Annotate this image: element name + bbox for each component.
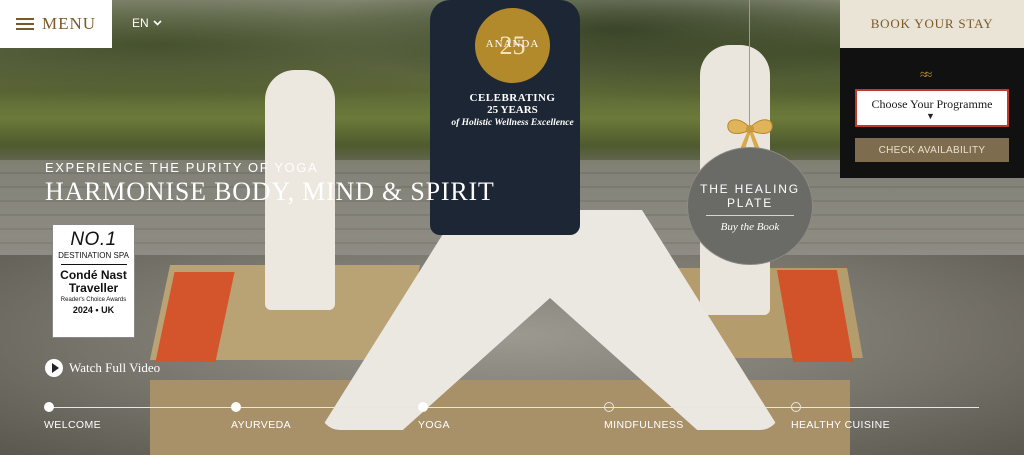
language-label: EN: [132, 16, 149, 30]
nav-item-yoga[interactable]: YOGA: [418, 402, 450, 431]
plate-title-line-1: THE HEALING: [700, 182, 800, 196]
plate-title-line-2: PLATE: [726, 196, 774, 210]
nav-dot: [791, 402, 801, 412]
award-rank: NO.1: [70, 229, 117, 250]
award-divider: [60, 264, 127, 265]
chevron-down-icon: ▼: [926, 111, 935, 121]
nav-item-mindfulness[interactable]: MINDFULNESS: [604, 402, 684, 431]
nav-dot: [231, 402, 241, 412]
nav-dot: [418, 402, 428, 412]
tagline-line-3: of Holistic Wellness Excellence: [451, 118, 574, 128]
nav-item-healthy-cuisine[interactable]: HEALTHY CUISINE: [791, 402, 890, 431]
nav-label: HEALTHY CUISINE: [791, 419, 890, 431]
nav-label: MINDFULNESS: [604, 419, 684, 431]
logo-brand: ANANDA: [485, 38, 540, 50]
book-your-stay-button[interactable]: BOOK YOUR STAY: [840, 0, 1024, 48]
hero-headline: HARMONISE BODY, MIND & SPIRIT: [45, 177, 495, 206]
nav-item-ayurveda[interactable]: AYURVEDA: [231, 402, 291, 431]
menu-label: MENU: [41, 14, 97, 33]
award-name: Reader's Choice Awards: [60, 297, 127, 303]
nav-item-welcome[interactable]: WELCOME: [44, 402, 102, 431]
chevron-down-icon: [153, 20, 162, 26]
plate-divider: [706, 215, 794, 216]
hero-eyebrow: EXPERIENCE THE PURITY OF YOGA: [45, 160, 319, 175]
healing-plate-promo[interactable]: THE HEALING PLATE Buy the Book: [687, 147, 813, 265]
nav-label: WELCOME: [44, 419, 102, 431]
anniversary-logo[interactable]: 25 ANANDA: [475, 8, 550, 83]
nav-label: AYURVEDA: [231, 419, 291, 431]
play-icon: [45, 359, 63, 377]
anniversary-tagline: CELEBRATING 25 YEARS of Holistic Wellnes…: [430, 92, 595, 128]
check-availability-button[interactable]: CHECK AVAILABILITY: [855, 138, 1009, 162]
nav-label: YOGA: [418, 419, 450, 431]
watch-full-video-button[interactable]: Watch Full Video: [45, 359, 160, 377]
wave-ornament-icon: ≈≈: [920, 68, 933, 83]
menu-button[interactable]: MENU: [0, 0, 112, 48]
programme-select[interactable]: Choose Your Programme: [855, 89, 1009, 127]
nav-dot: [604, 402, 614, 412]
conde-nast-award-badge: NO.1 DESTINATION SPA Condé Nast Travelle…: [52, 224, 135, 338]
tagline-line-1: CELEBRATING: [469, 92, 556, 104]
buy-the-book-link[interactable]: Buy the Book: [721, 221, 780, 233]
language-selector[interactable]: EN: [132, 16, 162, 30]
tagline-line-2: 25 YEARS: [487, 104, 538, 116]
hamburger-icon: [15, 18, 34, 30]
award-publication-line-2: Traveller: [68, 281, 119, 295]
watch-video-label: Watch Full Video: [69, 360, 161, 375]
award-year-region: 2024 • UK: [72, 305, 115, 315]
nav-dot: [44, 402, 54, 412]
award-category: DESTINATION SPA: [58, 251, 129, 260]
